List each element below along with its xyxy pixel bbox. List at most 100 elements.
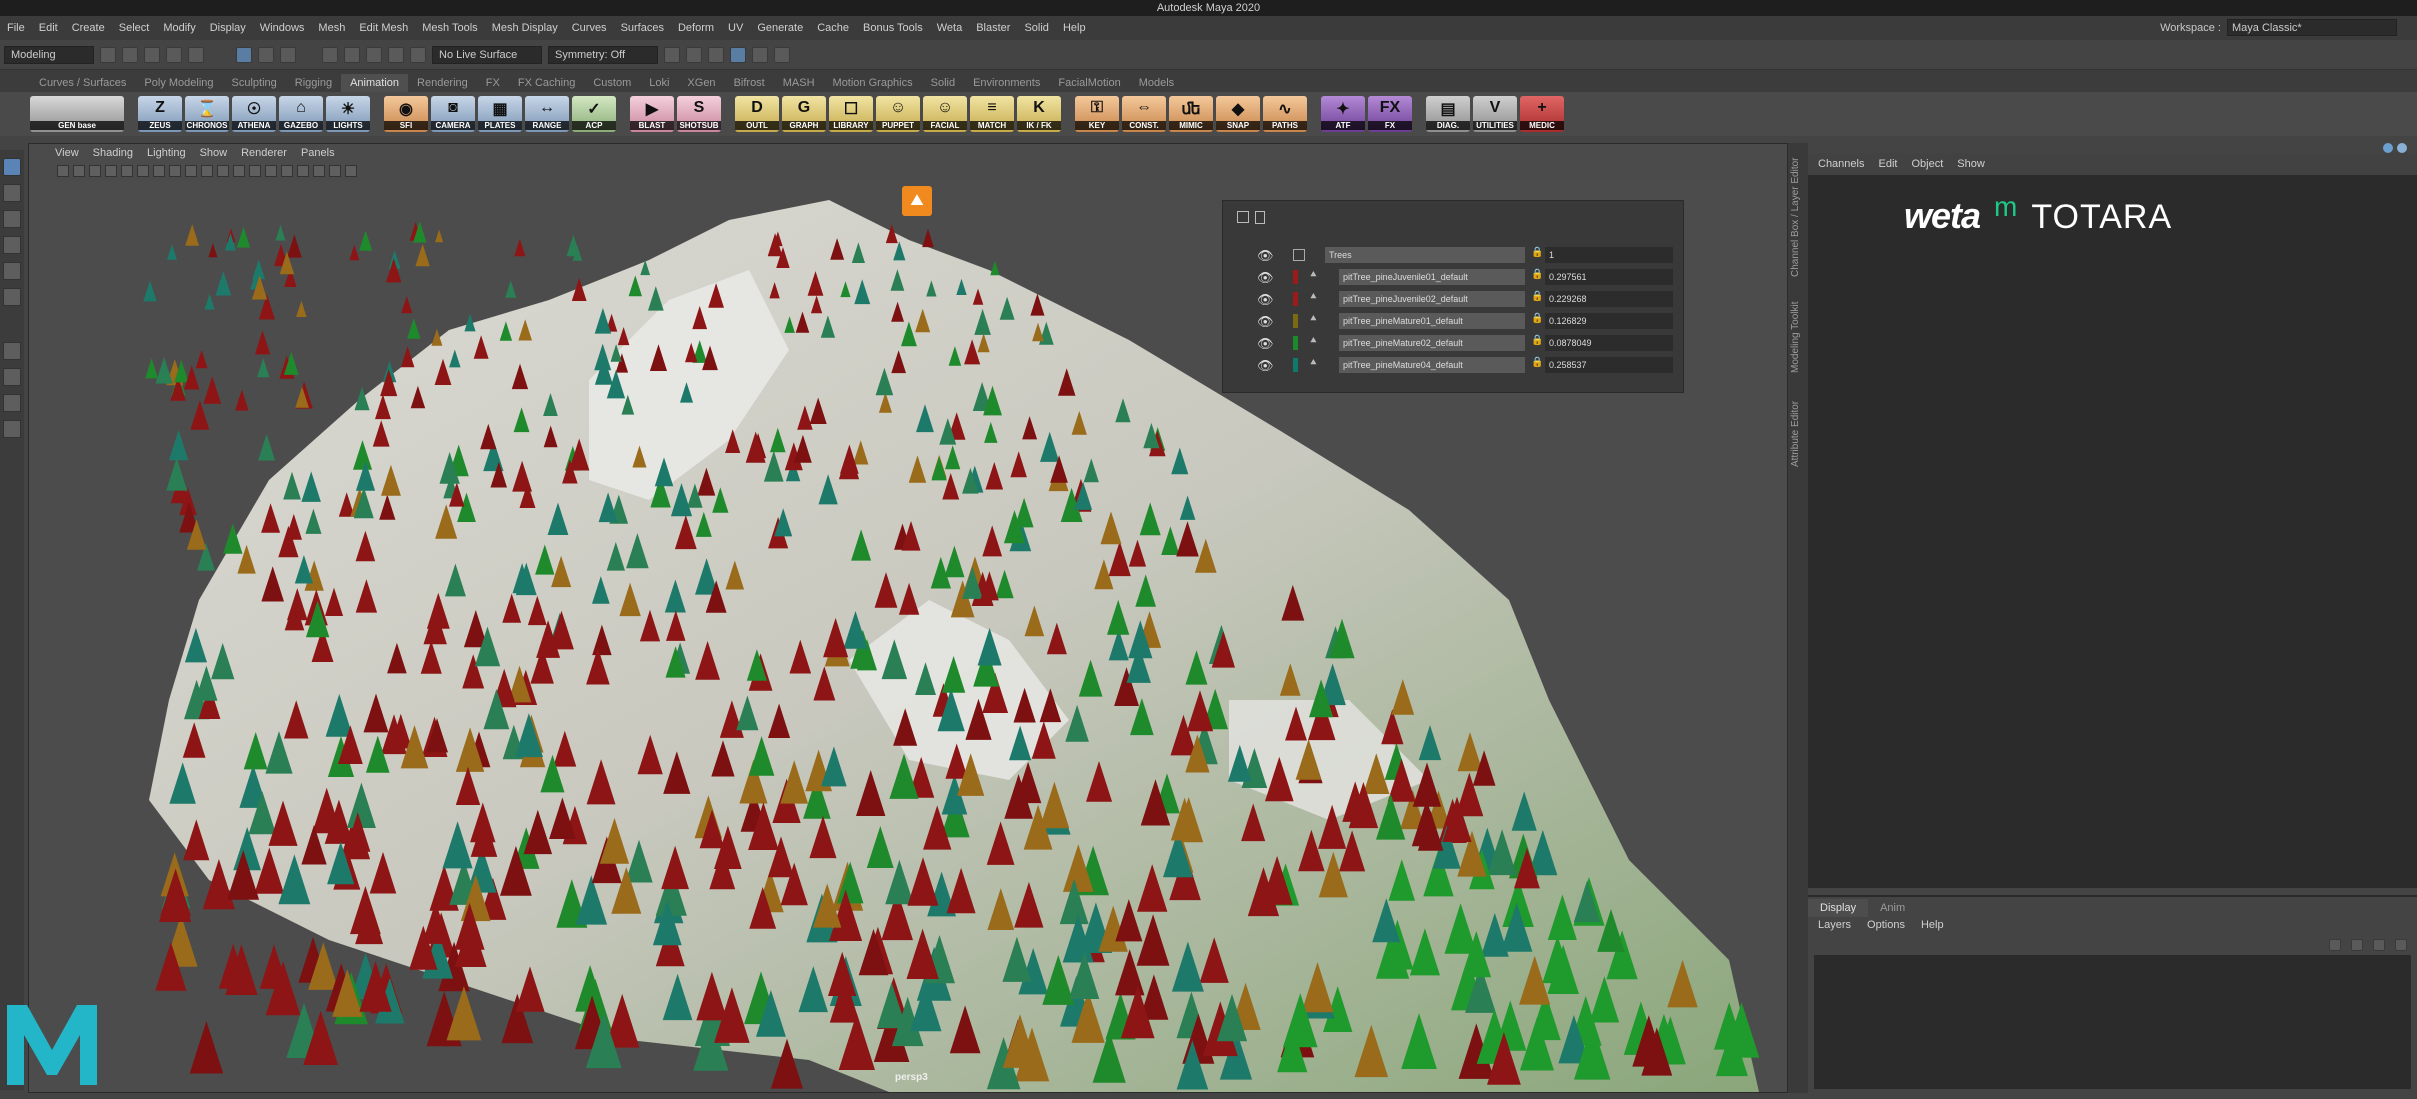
tree-root-value[interactable]: 1 bbox=[1545, 247, 1673, 263]
scale-tool-icon[interactable] bbox=[3, 288, 21, 306]
menu-display[interactable]: Display bbox=[203, 22, 253, 34]
lights-icon[interactable] bbox=[297, 165, 309, 177]
lock-icon[interactable]: 🔒 bbox=[1531, 357, 1543, 368]
image-plane-icon[interactable] bbox=[105, 165, 117, 177]
tree-row[interactable]: 👁 ⯅ pitTree_pineJuvenile01_default 🔒 0.29756… bbox=[1223, 267, 1683, 287]
shelf-tab-curves-surfaces[interactable]: Curves / Surfaces bbox=[30, 74, 135, 92]
modeling-toolkit-tab[interactable]: Modeling Toolkit bbox=[1790, 293, 1806, 373]
shelf-button-gazebo[interactable]: ⌂ GAZEBO bbox=[279, 96, 323, 132]
save-scene-icon[interactable] bbox=[144, 46, 160, 63]
lock-icon[interactable]: 🔒 bbox=[1531, 247, 1543, 258]
visibility-eye-icon[interactable]: 👁 bbox=[1257, 336, 1274, 352]
viewport-menu-view[interactable]: View bbox=[55, 144, 79, 162]
tree-density-value[interactable]: 0.229268 bbox=[1545, 291, 1673, 307]
menu-help[interactable]: Help bbox=[1056, 22, 1093, 34]
viewport-menu-show[interactable]: Show bbox=[200, 144, 228, 162]
shelf-tab-loki[interactable]: Loki bbox=[640, 74, 678, 92]
shelf-tab-custom[interactable]: Custom bbox=[584, 74, 640, 92]
layer-up-icon[interactable] bbox=[2329, 939, 2341, 951]
menu-mesh[interactable]: Mesh bbox=[311, 22, 352, 34]
asset-alert-icon[interactable]: ⛰ bbox=[902, 186, 932, 216]
snap-point-icon[interactable] bbox=[366, 46, 382, 63]
shelf-tab-facialmotion[interactable]: FacialMotion bbox=[1049, 74, 1129, 92]
select-tool-icon[interactable] bbox=[3, 158, 21, 176]
new-scene-icon[interactable] bbox=[100, 46, 116, 63]
new-layer-selected-icon[interactable] bbox=[2395, 939, 2407, 951]
channel-box-tab[interactable]: Channel Box / Layer Editor bbox=[1790, 147, 1806, 277]
snap-grid-icon[interactable] bbox=[322, 46, 338, 63]
shelf-button-gen-base[interactable]: GEN base bbox=[30, 96, 124, 132]
tree-root-name[interactable]: Trees bbox=[1325, 247, 1525, 263]
group-checkbox[interactable] bbox=[1293, 249, 1305, 261]
ipr-render-icon[interactable] bbox=[686, 46, 702, 63]
select-by-object-icon[interactable] bbox=[258, 46, 274, 63]
tree-row[interactable]: 👁 ⯅ pitTree_pineMature04_default 🔒 0.258537 bbox=[1223, 355, 1683, 375]
shelf-tab-environments[interactable]: Environments bbox=[964, 74, 1049, 92]
lasso-tool-icon[interactable] bbox=[3, 184, 21, 202]
menu-file[interactable]: File bbox=[0, 22, 32, 34]
redo-icon[interactable] bbox=[188, 46, 204, 63]
axis-icon[interactable] bbox=[2383, 143, 2393, 153]
camera-select-icon[interactable] bbox=[57, 165, 69, 177]
shelf-button-puppet[interactable]: ☺ PUPPET bbox=[876, 96, 920, 132]
shelf-button-ik-fk[interactable]: K IK / FK bbox=[1017, 96, 1061, 132]
shelf-button-acp[interactable]: ✓ ACP bbox=[572, 96, 616, 132]
snap-view-icon[interactable] bbox=[388, 46, 404, 63]
channel-menu-show[interactable]: Show bbox=[1957, 153, 1985, 175]
four-view-icon[interactable] bbox=[3, 368, 21, 386]
visibility-eye-icon[interactable]: 👁 bbox=[1257, 358, 1274, 374]
wireframe-icon[interactable] bbox=[233, 165, 245, 177]
help-icon[interactable] bbox=[2397, 143, 2407, 153]
tree-row[interactable]: 👁 ⯅ pitTree_pineMature02_default 🔒 0.0878049 bbox=[1223, 333, 1683, 353]
rotate-tool-icon[interactable] bbox=[3, 262, 21, 280]
open-scene-icon[interactable] bbox=[122, 46, 138, 63]
shelf-button-chronos[interactable]: ⌛ CHRONOS bbox=[185, 96, 229, 132]
shelf-tab-solid[interactable]: Solid bbox=[922, 74, 964, 92]
tree-name[interactable]: pitTree_pineJuvenile01_default bbox=[1339, 269, 1525, 285]
shadows-icon[interactable] bbox=[313, 165, 325, 177]
shelf-button-lights[interactable]: ☀ LIGHTS bbox=[326, 96, 370, 132]
tree-density-value[interactable]: 0.126829 bbox=[1545, 313, 1673, 329]
menu-modify[interactable]: Modify bbox=[156, 22, 202, 34]
safe-action-icon[interactable] bbox=[201, 165, 213, 177]
menu-generate[interactable]: Generate bbox=[750, 22, 810, 34]
menu-blaster[interactable]: Blaster bbox=[969, 22, 1017, 34]
viewport-menu-lighting[interactable]: Lighting bbox=[147, 144, 186, 162]
shelf-tab-rigging[interactable]: Rigging bbox=[286, 74, 341, 92]
symmetry-dropdown[interactable]: Symmetry: Off bbox=[548, 45, 658, 64]
shelf-button-facial[interactable]: ☺ FACIAL bbox=[923, 96, 967, 132]
lock-icon[interactable]: 🔒 bbox=[1531, 313, 1543, 324]
shelf-button-graph[interactable]: G GRAPH bbox=[782, 96, 826, 132]
viewport-menu-shading[interactable]: Shading bbox=[93, 144, 133, 162]
shelf-button-medic[interactable]: + MEDIC bbox=[1520, 96, 1564, 132]
shelf-button-atf[interactable]: ✦ ATF bbox=[1321, 96, 1365, 132]
select-by-hierarchy-icon[interactable] bbox=[236, 46, 252, 63]
tree-density-value[interactable]: 0.297561 bbox=[1545, 269, 1673, 285]
layer-down-icon[interactable] bbox=[2351, 939, 2363, 951]
visibility-eye-icon[interactable]: 👁 bbox=[1257, 270, 1274, 286]
menu-solid[interactable]: Solid bbox=[1017, 22, 1055, 34]
menu-edit-mesh[interactable]: Edit Mesh bbox=[352, 22, 415, 34]
visibility-eye-icon[interactable]: 👁 bbox=[1257, 292, 1274, 308]
menu-curves[interactable]: Curves bbox=[565, 22, 614, 34]
lock-icon[interactable]: 🔒 bbox=[1531, 335, 1543, 346]
film-gate-icon[interactable] bbox=[137, 165, 149, 177]
shelf-button-library[interactable]: ☐ LIBRARY bbox=[829, 96, 873, 132]
tree-density-value[interactable]: 0.0878049 bbox=[1545, 335, 1673, 351]
undo-icon[interactable] bbox=[166, 46, 182, 63]
tree-name[interactable]: pitTree_pineMature02_default bbox=[1339, 335, 1525, 351]
workspace-selector[interactable]: Workspace : Maya Classic* bbox=[2160, 19, 2397, 36]
shelf-tab-models[interactable]: Models bbox=[1130, 74, 1183, 92]
tree-row[interactable]: 👁 ⯅ pitTree_pineMature01_default 🔒 0.126829 bbox=[1223, 311, 1683, 331]
shelf-tab-fx[interactable]: FX bbox=[477, 74, 509, 92]
shelf-tab-mash[interactable]: MASH bbox=[774, 74, 824, 92]
render-view-icon[interactable] bbox=[752, 46, 768, 63]
single-view-icon[interactable] bbox=[3, 342, 21, 360]
smooth-shade-icon[interactable] bbox=[249, 165, 261, 177]
shelf-button-shotsub[interactable]: S SHOTSUB bbox=[677, 96, 721, 132]
render-settings-icon[interactable] bbox=[708, 46, 724, 63]
menu-surfaces[interactable]: Surfaces bbox=[614, 22, 671, 34]
menu-select[interactable]: Select bbox=[112, 22, 157, 34]
outliner-layout-icon[interactable] bbox=[3, 420, 21, 438]
menu-uv[interactable]: UV bbox=[721, 22, 750, 34]
